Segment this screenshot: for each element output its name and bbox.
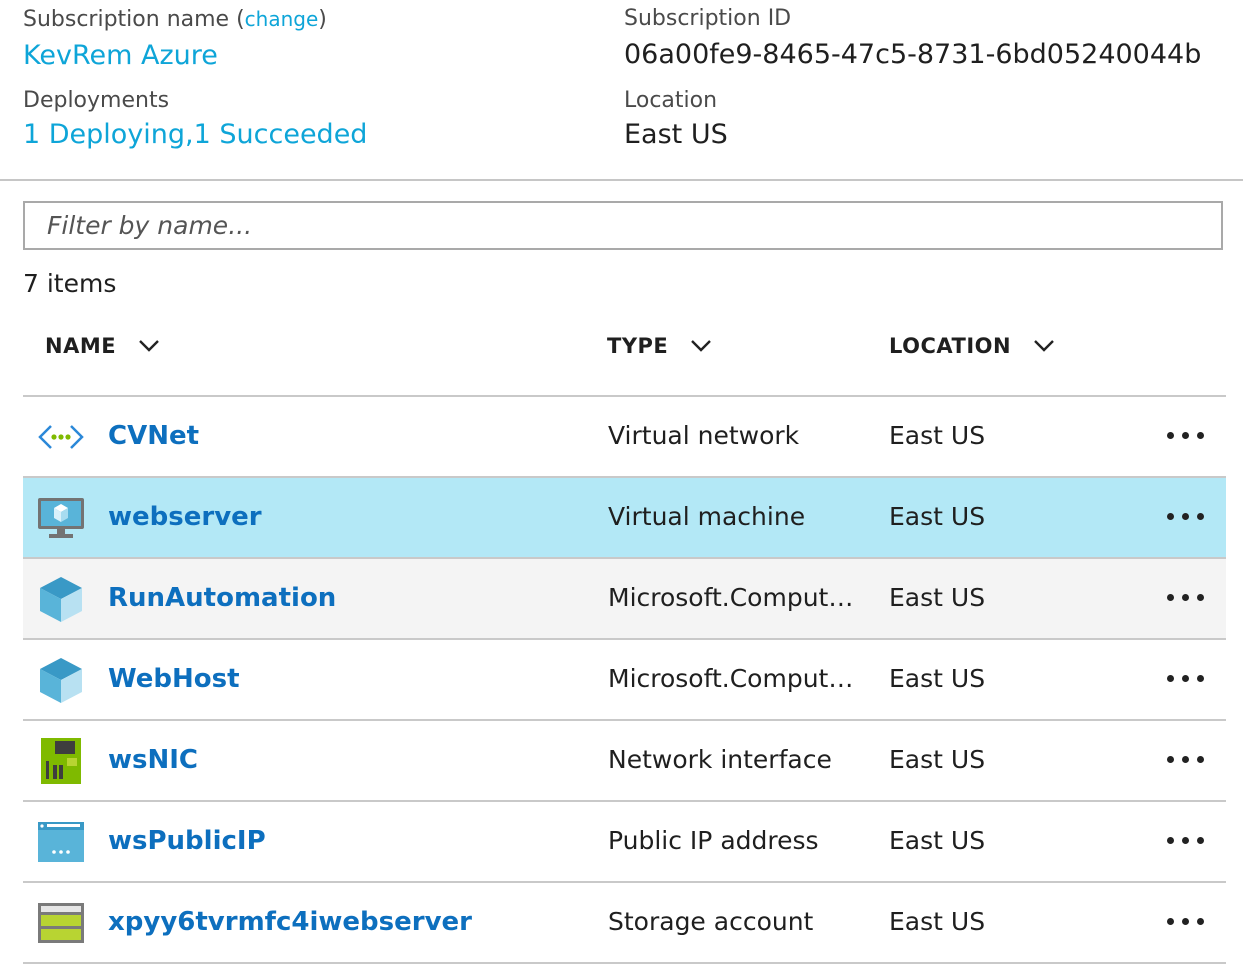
storage-account-icon <box>38 903 84 943</box>
table-row[interactable]: RunAutomation Microsoft.Compute... East … <box>23 559 1226 640</box>
subscription-name-block: Subscription name (change) KevRem Azure <box>23 6 327 73</box>
change-subscription-link[interactable]: change <box>245 7 319 31</box>
table-row[interactable]: WebHost Microsoft.Compute... East US <box>23 640 1226 721</box>
more-options-button[interactable] <box>1163 826 1209 856</box>
resource-type: Microsoft.Compute... <box>608 583 863 612</box>
more-options-button[interactable] <box>1163 583 1209 613</box>
resource-name-link[interactable]: wsNIC <box>108 743 198 777</box>
resource-name-link[interactable]: webserver <box>108 500 262 534</box>
chevron-down-icon <box>691 340 712 352</box>
column-header-location-label: LOCATION <box>889 334 1012 358</box>
resource-location: East US <box>889 907 986 936</box>
table-row[interactable]: wsPublicIP Public IP address East US <box>23 802 1226 883</box>
resource-name-link[interactable]: CVNet <box>108 419 199 453</box>
column-header-type[interactable]: TYPE <box>607 332 712 360</box>
resource-name-link[interactable]: WebHost <box>108 662 240 696</box>
compute-cube-icon <box>40 658 82 703</box>
resource-name-link[interactable]: RunAutomation <box>108 581 336 615</box>
subscription-name-label-row: Subscription name (change) <box>23 6 327 33</box>
change-paren-open: ( <box>236 7 245 32</box>
subscription-id-block: Subscription ID 06a00fe9-8465-47c5-8731-… <box>624 6 1201 72</box>
table-row-selected[interactable]: webserver Virtual machine East US <box>23 478 1226 559</box>
table-row[interactable]: xpyy6tvrmfc4iwebserver Storage account E… <box>23 883 1226 964</box>
deployments-link[interactable]: 1 Deploying,1 Succeeded <box>23 118 367 152</box>
essentials-panel: Subscription name (change) KevRem Azure … <box>0 0 1243 181</box>
resource-name-link[interactable]: xpyy6tvrmfc4iwebserver <box>108 905 472 939</box>
more-options-button[interactable] <box>1163 421 1209 451</box>
table-header: NAME TYPE LOCATION <box>23 320 1226 397</box>
subscription-name-label: Subscription name <box>23 7 230 32</box>
resource-location: East US <box>889 502 986 531</box>
subscription-id-label: Subscription ID <box>624 6 792 31</box>
column-header-type-label: TYPE <box>607 334 669 358</box>
filter-by-name-input[interactable] <box>23 201 1223 250</box>
compute-cube-icon <box>40 577 82 622</box>
more-options-button[interactable] <box>1163 502 1209 532</box>
resource-type: Network interface <box>608 745 832 774</box>
column-header-name[interactable]: NAME <box>45 332 160 360</box>
deployments-block: Deployments 1 Deploying,1 Succeeded <box>23 88 367 152</box>
column-header-name-label: NAME <box>45 334 117 358</box>
more-options-button[interactable] <box>1163 664 1209 694</box>
resource-name-link[interactable]: wsPublicIP <box>108 824 266 858</box>
resource-location: East US <box>889 421 986 450</box>
resource-type: Storage account <box>608 907 814 936</box>
item-count: 7 items <box>23 269 117 298</box>
chevron-down-icon <box>139 340 159 352</box>
resource-type: Virtual machine <box>608 502 806 531</box>
change-paren-close: ) <box>318 7 327 32</box>
resource-location: East US <box>889 664 986 693</box>
virtual-network-icon <box>38 425 84 449</box>
chevron-down-icon <box>1034 340 1054 352</box>
location-block: Location East US <box>624 88 728 152</box>
subscription-name-link[interactable]: KevRem Azure <box>23 39 327 73</box>
public-ip-icon <box>38 822 84 862</box>
more-options-button[interactable] <box>1163 745 1209 775</box>
resource-type: Virtual network <box>608 421 800 450</box>
column-header-location[interactable]: LOCATION <box>889 332 1055 360</box>
virtual-machine-icon <box>38 498 84 538</box>
table-row[interactable]: CVNet Virtual network East US <box>23 397 1226 478</box>
location-label: Location <box>624 88 718 113</box>
table-row[interactable]: wsNIC Network interface East US <box>23 721 1226 802</box>
resource-location: East US <box>889 583 986 612</box>
network-interface-icon <box>41 738 81 784</box>
resource-type: Public IP address <box>608 826 819 855</box>
subscription-id-value: 06a00fe9-8465-47c5-8731-6bd05240044b <box>624 39 1202 70</box>
resource-location: East US <box>889 826 986 855</box>
resources-table: NAME TYPE LOCATION CVNet Virtual network… <box>23 320 1226 964</box>
deployments-label: Deployments <box>23 88 170 113</box>
location-value: East US <box>624 119 728 150</box>
more-options-button[interactable] <box>1163 907 1209 937</box>
resource-type: Microsoft.Compute... <box>608 664 863 693</box>
resource-location: East US <box>889 745 986 774</box>
